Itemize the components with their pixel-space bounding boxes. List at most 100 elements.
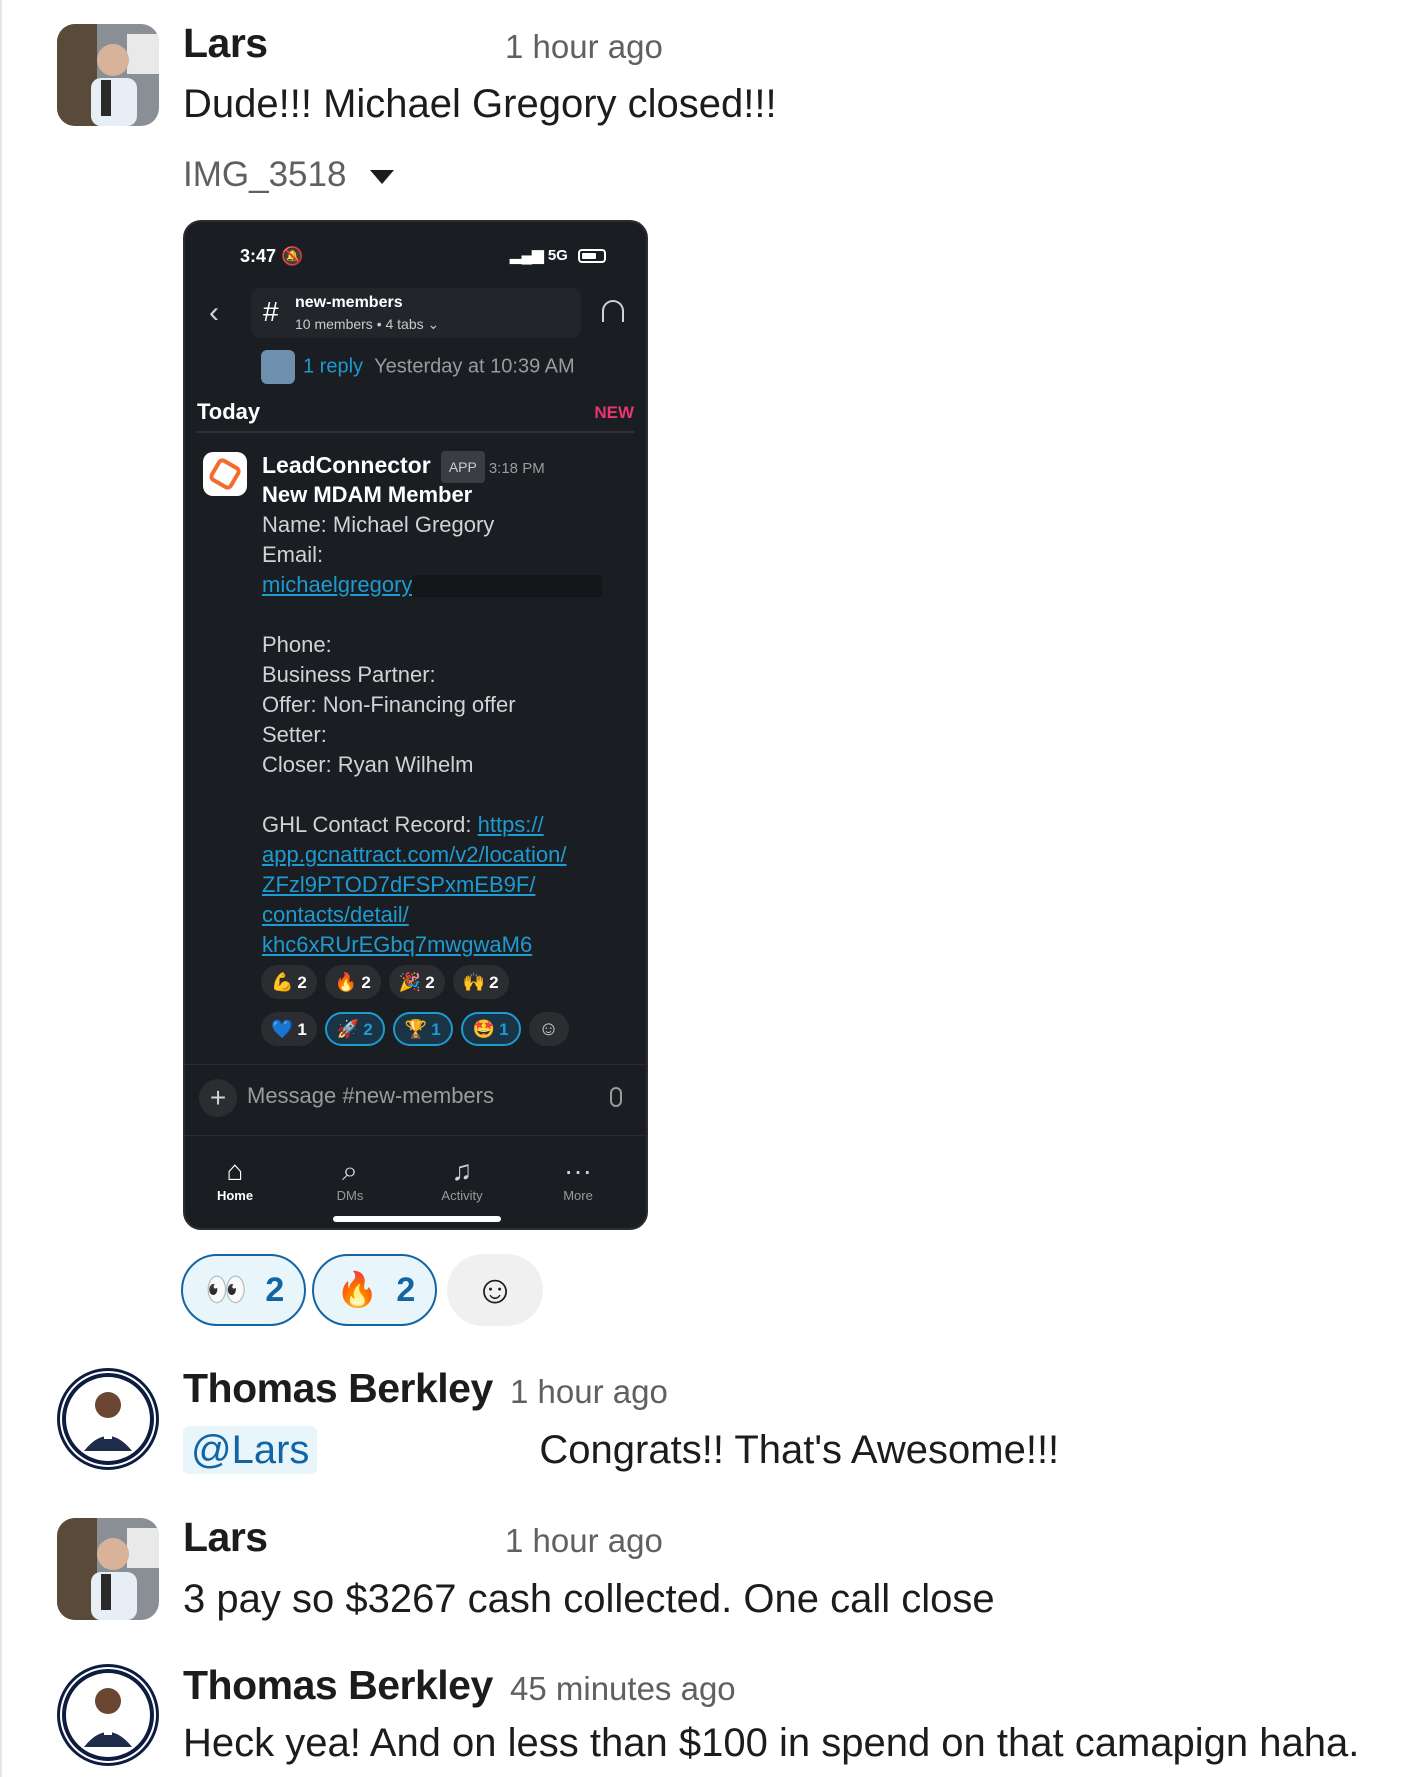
battery-icon	[578, 249, 606, 264]
mini-avatar	[261, 350, 295, 384]
back-chevron-icon: ‹	[209, 296, 219, 329]
redaction	[412, 575, 603, 598]
more-dots-icon: ···	[564, 1155, 592, 1186]
reaction-count: 2	[363, 1020, 373, 1039]
reaction-count: 2	[361, 973, 371, 992]
reply-time: Yesterday at 10:39 AM	[374, 355, 575, 378]
app-badge: APP	[440, 451, 485, 484]
ghl-link-1: https://	[477, 812, 544, 837]
offer-line: Offer: Non-Financing offer	[262, 692, 516, 717]
attachment-filename[interactable]: IMG_3518	[183, 155, 395, 195]
channel-subtitle-text: 10 members • 4 tabs	[295, 316, 424, 332]
tab-home: ⌂ Home	[190, 1154, 280, 1203]
status-time: 3:47	[240, 246, 277, 266]
home-indicator	[333, 1216, 501, 1222]
trophy-icon: 🏆	[404, 1019, 428, 1039]
closer-line: Closer: Ryan Wilhelm	[262, 752, 474, 777]
author-name[interactable]: Lars	[183, 20, 268, 67]
author-name[interactable]: Lars	[183, 1514, 268, 1561]
phone-status-bar: 3:47 🔕 ▂▄▆ 5G	[240, 246, 606, 268]
phone-tab-bar: ⌂ Home ⌕ DMs ♫ Activity ··· More	[185, 1136, 646, 1228]
today-divider: Today NEW	[197, 397, 634, 433]
timestamp[interactable]: 1 hour ago	[505, 1522, 663, 1560]
phone-reaction: 💪 2	[261, 965, 317, 999]
ghl-link-4: contacts/detail/	[262, 902, 409, 927]
star-struck-icon: 🤩	[472, 1019, 496, 1039]
reaction-count: 1	[499, 1020, 509, 1039]
composer-placeholder: Message #new-members	[247, 1083, 494, 1108]
ghl-link-2: app.gcnattract.com/v2/location/	[262, 842, 567, 867]
email-label: Email:	[262, 542, 324, 567]
phone-reaction: 💙 1	[261, 1012, 317, 1046]
timestamp[interactable]: 45 minutes ago	[510, 1670, 736, 1708]
avatar-lars[interactable]	[57, 1518, 159, 1620]
phone-reactions-row-2: 💙 1 🚀 2 🏆 1 🤩 1 ☺	[261, 1012, 630, 1048]
phone-label: Phone:	[262, 632, 332, 657]
email-row: michaelgregory	[262, 570, 630, 600]
signal-icon: ▂▄▆	[509, 247, 544, 264]
email-link: michaelgregory	[262, 572, 413, 597]
ghl-link-3: ZFzl9PTOD7dFSPxmEB9F/	[262, 872, 536, 897]
blue-heart-icon: 💙	[271, 1019, 294, 1039]
leadconnector-logo-icon	[203, 452, 247, 496]
phone-reaction: 🙌 2	[452, 965, 509, 999]
thread-reply-row: 1 reply Yesterday at 10:39 AM	[261, 350, 575, 384]
sender-name: LeadConnector	[262, 452, 431, 478]
attachment-filename-text: IMG_3518	[183, 155, 347, 194]
new-label: NEW	[594, 403, 634, 422]
smiley-plus-icon: ☺	[528, 1012, 569, 1046]
reaction-fire[interactable]: 🔥 2	[312, 1254, 437, 1326]
phone-reaction: 🏆 1	[392, 1012, 453, 1046]
message-text: 3 pay so $3267 cash collected. One call …	[183, 1577, 995, 1621]
add-reaction-button[interactable]: ☺	[447, 1254, 543, 1326]
message-text: Dude!!! Michael Gregory closed!!!	[183, 82, 777, 126]
author-name[interactable]: Thomas Berkley	[183, 1365, 493, 1412]
message-text-row: @Lars Congrats!! That's Awesome!!!	[183, 1426, 1060, 1474]
fire-icon: 🔥	[336, 1271, 379, 1309]
message-text: Heck yea! And on less than $100 in spend…	[183, 1721, 1360, 1765]
reaction-count: 2	[425, 973, 435, 992]
user-mention[interactable]: @Lars	[183, 1426, 318, 1474]
timestamp[interactable]: 1 hour ago	[505, 28, 663, 66]
timestamp[interactable]: 1 hour ago	[510, 1373, 668, 1411]
name-line: Name: Michael Gregory	[262, 512, 495, 537]
headphones-icon	[602, 300, 624, 322]
reply-link: 1 reply	[303, 355, 364, 378]
bell-muted-icon: 🔕	[281, 246, 304, 266]
reaction-eyes[interactable]: 👀 2	[181, 1254, 306, 1326]
phone-reaction: 🤩 1	[460, 1012, 521, 1046]
today-label: Today	[197, 399, 261, 424]
tab-label: More	[563, 1188, 593, 1203]
tab-activity: ♫ Activity	[417, 1154, 507, 1203]
fire-icon: 🔥	[334, 972, 358, 992]
attachment-image[interactable]: 3:47 🔕 ▂▄▆ 5G ‹ # new-members 10 members…	[183, 220, 648, 1230]
caret-down-icon[interactable]	[370, 169, 395, 184]
avatar-thomas[interactable]	[57, 1664, 159, 1766]
bell-icon: ♫	[451, 1155, 473, 1186]
avatar-lars[interactable]	[57, 24, 159, 126]
raised-hands-icon: 🙌	[462, 972, 486, 992]
leadconnector-message: LeadConnector APP 3:18 PM New MDAM Member…	[262, 450, 630, 960]
status-right: ▂▄▆ 5G	[510, 246, 606, 264]
ghl-link-5: khc6xRUrEGbq7mwgwaM6	[262, 932, 533, 957]
reaction-count: 1	[431, 1020, 441, 1039]
reaction-count: 2	[489, 973, 499, 992]
eyes-icon: 👀	[205, 1271, 248, 1309]
phone-reaction: 🎉 2	[388, 965, 445, 999]
tab-more: ··· More	[533, 1154, 623, 1203]
phone-reactions-row-1: 💪 2 🔥 2 🎉 2 🙌 2	[261, 965, 630, 1001]
avatar-thomas[interactable]	[57, 1368, 159, 1470]
partner-label: Business Partner:	[262, 662, 436, 687]
plus-icon: +	[199, 1079, 237, 1117]
author-name[interactable]: Thomas Berkley	[183, 1662, 493, 1709]
msg-time: 3:18 PM	[488, 460, 545, 477]
ghl-label: GHL Contact Record:	[262, 812, 478, 837]
left-border	[0, 0, 2, 1777]
channel-name: new-members	[295, 294, 403, 311]
channel-pill: # new-members 10 members • 4 tabs ⌄	[251, 288, 581, 338]
phone-reaction: 🚀 2	[324, 1012, 385, 1046]
tab-dms: ⌕ DMs	[305, 1154, 395, 1203]
message-text: Congrats!! That's Awesome!!!	[539, 1428, 1060, 1472]
phone-reaction: 🔥 2	[324, 965, 381, 999]
